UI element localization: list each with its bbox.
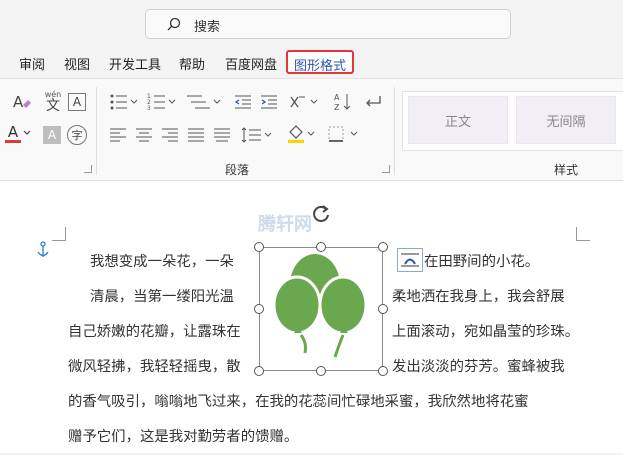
group-separator [394,87,395,175]
enclose-characters-button[interactable]: 字 [67,125,87,145]
tab-view[interactable]: 视图 [64,54,90,73]
bullets-icon [110,94,138,110]
text-line-3-right: 上面滚动，宛如晶莹的珍珠。 [392,324,580,340]
title-bar: 搜索 [0,0,623,48]
margin-corner-top-left [52,227,66,241]
svg-text:3: 3 [147,105,151,111]
numbering-icon: 123 [147,93,176,111]
shading-button[interactable] [286,123,316,145]
align-center-icon [136,128,152,142]
phonetic-guide-button[interactable]: wén 文 [42,89,64,115]
decrease-indent-button[interactable] [232,91,254,113]
distributed-button[interactable] [212,125,232,145]
tab-review[interactable]: 审阅 [19,54,45,73]
increase-indent-icon [261,95,277,109]
svg-text:Z: Z [334,103,340,112]
bullets-button[interactable] [108,91,140,113]
clear-format-icon: A [13,93,31,111]
watermark-text: 腾轩网 [258,214,312,235]
style-no-spacing[interactable]: 无间隔 [516,96,616,144]
resize-handle-bottom[interactable] [316,366,326,376]
tab-baidu-netdisk[interactable]: 百度网盘 [225,54,277,73]
tab-shape-format[interactable]: 图形格式 [286,50,355,74]
font-color-button[interactable]: A [4,123,22,145]
resize-handle-bottom-left[interactable] [254,366,264,376]
search-icon [167,17,181,31]
line-spacing-icon [241,127,272,143]
decrease-indent-icon [234,95,251,109]
show-hide-marks-button[interactable] [362,91,384,113]
style-normal-label: 正文 [444,114,471,130]
resize-handle-top[interactable] [316,242,326,252]
style-no-spacing-label: 无间隔 [546,114,586,130]
borders-icon [328,126,358,142]
character-border-button[interactable]: A [68,93,86,111]
styles-group-label: 样式 [554,163,579,177]
text-line-4-right: 发出淡淡的芬芳。蜜蜂被我 [392,359,565,375]
ribbon-tabs: 审阅 视图 开发工具 帮助 百度网盘 图形格式 [0,48,623,78]
ribbon-panel: A wén 文 A A A 字 123 A Z 段落 正文 无间隔 样式 [0,78,623,181]
text-line-5: 的香气吸引，嗡嗡地飞过来，在我的花蕊间忙碌地采蜜，我欣然地将花蜜 [68,394,529,410]
resize-handle-bottom-right[interactable] [378,366,388,376]
text-line-3-left: 自己娇嫩的花瓣，让露珠在 [68,324,241,340]
layout-options-button[interactable] [397,248,423,272]
resize-handle-top-left[interactable] [254,242,264,252]
resize-handle-left[interactable] [254,304,264,314]
align-left-button[interactable] [108,125,128,145]
search-placeholder: 搜索 [194,20,221,35]
clear-formatting-button[interactable]: A [10,91,34,113]
justify-icon [188,128,204,142]
text-line-2-right: 柔地洒在我身上，我会舒展 [392,289,565,305]
align-right-icon [162,128,178,142]
distributed-icon [214,128,230,142]
enclose-char: 字 [71,129,83,142]
svg-text:A: A [13,93,24,111]
tab-help[interactable]: 帮助 [179,54,205,73]
layout-options-icon [401,253,419,267]
text-line-1-left: 我想变成一朵花，一朵 [90,254,234,270]
text-line-1-right: 在田野间的小花。 [424,254,540,270]
search-box[interactable]: 搜索 [145,9,511,39]
justify-button[interactable] [186,125,206,145]
balloons-icon [272,254,368,358]
paragraph-dialog-launcher[interactable] [382,165,390,173]
phonetic-char: 文 [46,98,60,114]
multilevel-list-icon [187,95,221,109]
multilevel-list-button[interactable] [184,91,224,113]
style-normal[interactable]: 正文 [408,96,508,144]
margin-corner-top-right [576,227,590,241]
text-line-6: 赠予它们，这是我对勤劳者的馈赠。 [68,429,299,445]
tab-developer[interactable]: 开发工具 [109,54,161,73]
font-color-letter: A [7,123,19,141]
align-center-button[interactable] [134,125,154,145]
character-shading-button[interactable]: A [43,126,61,144]
svg-text:A: A [334,93,340,102]
sort-icon: AZ [334,93,351,112]
font-dialog-launcher[interactable] [84,165,92,173]
resize-handle-right[interactable] [378,304,388,314]
font-color-dropdown[interactable] [22,127,32,139]
paint-bucket-icon [288,125,315,143]
text-line-4-left: 微风轻拂，我轻轻摇曳，散 [68,359,241,375]
line-spacing-button[interactable] [240,125,274,145]
sort-button[interactable]: AZ [332,91,354,113]
anchor-icon[interactable] [36,241,50,259]
borders-button[interactable] [326,123,360,145]
align-right-button[interactable] [160,125,180,145]
selected-graphic[interactable] [259,247,383,371]
chinese-layout-button[interactable] [288,91,320,113]
font-color-swatch [5,140,21,143]
rotate-handle-icon[interactable] [310,203,332,225]
paragraph-group-label: 段落 [225,163,250,177]
resize-handle-top-right[interactable] [378,242,388,252]
paragraph-mark-icon [366,96,381,107]
align-left-icon [110,128,126,142]
group-separator [96,87,97,175]
chevron-down-icon [23,130,31,135]
numbering-button[interactable]: 123 [146,91,178,113]
increase-indent-button[interactable] [258,91,280,113]
text-line-2-left: 清晨，当第一缕阳光温 [90,289,234,305]
chinese-layout-icon [290,96,318,108]
